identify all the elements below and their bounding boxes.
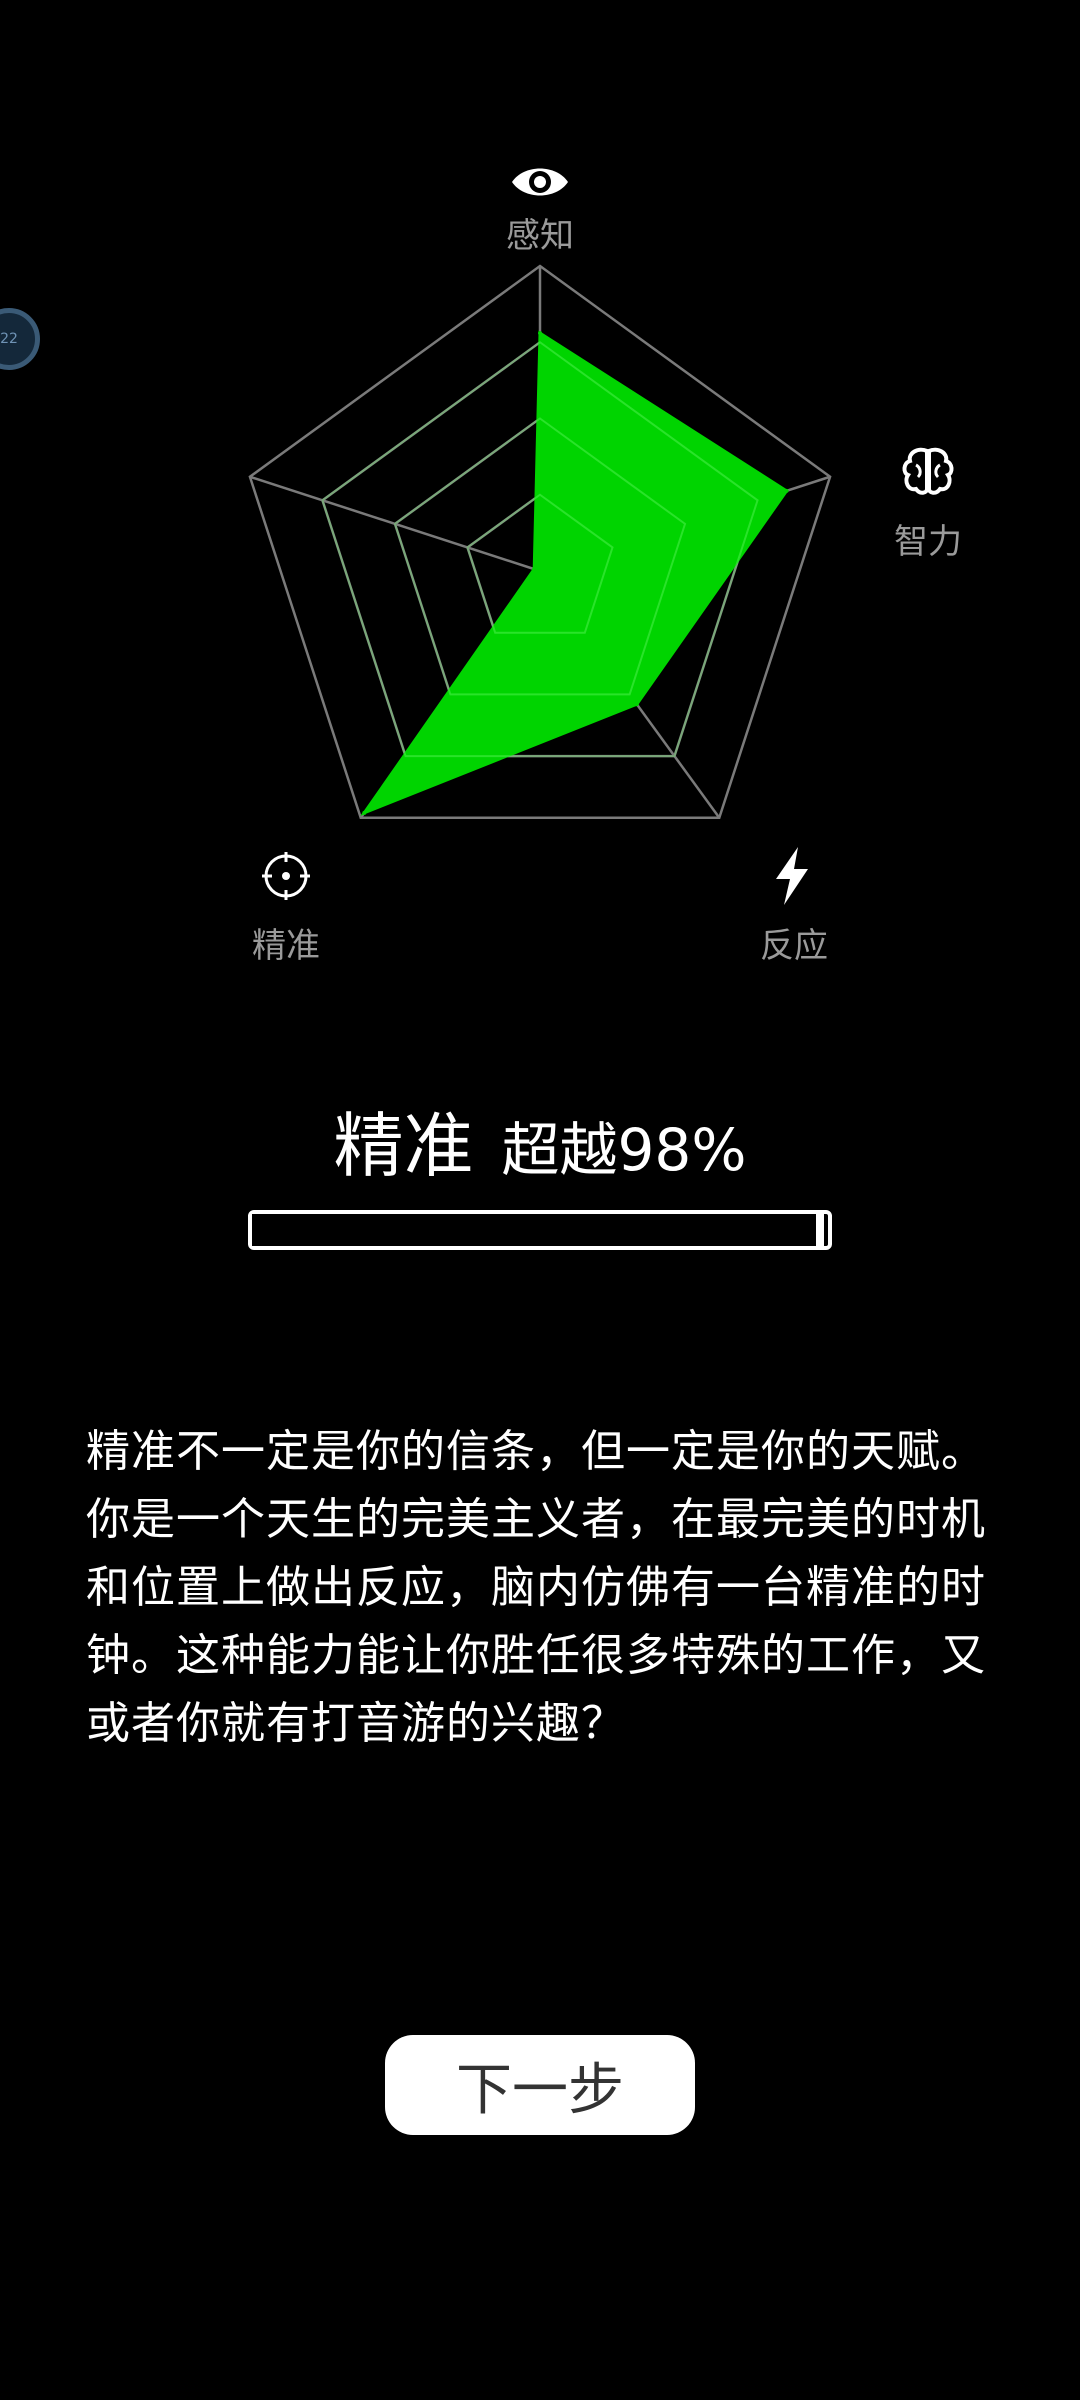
axis-label-perception: 感知 bbox=[506, 216, 574, 256]
radar-point-3 bbox=[634, 702, 639, 707]
result-headline: 精准 超越98% bbox=[0, 1090, 1080, 1191]
progress-fill bbox=[252, 1214, 825, 1246]
radar-data-area bbox=[360, 330, 789, 817]
result-progress-bar bbox=[248, 1210, 832, 1250]
brain-icon bbox=[898, 442, 958, 502]
radar-point-4 bbox=[362, 810, 367, 815]
result-trait: 精准 bbox=[333, 1105, 474, 1187]
next-step-button[interactable]: 下一步 bbox=[385, 2035, 695, 2135]
axis-label-precision: 精准 bbox=[252, 926, 320, 966]
radar-point-2 bbox=[784, 488, 789, 493]
crosshair-icon bbox=[256, 846, 316, 906]
eye-icon bbox=[510, 152, 570, 212]
axis-label-intelligence: 智力 bbox=[894, 522, 962, 562]
radar-point-1 bbox=[538, 331, 542, 336]
lightning-icon bbox=[762, 846, 822, 906]
result-description: 精准不一定是你的信条，但一定是你的天赋。你是一个天生的完美主义者，在最完美的时机… bbox=[86, 1426, 986, 1749]
radar-point-5 bbox=[532, 567, 537, 572]
axis-label-reaction: 反应 bbox=[760, 926, 828, 966]
result-exceed-text: 超越98% bbox=[501, 1116, 747, 1184]
